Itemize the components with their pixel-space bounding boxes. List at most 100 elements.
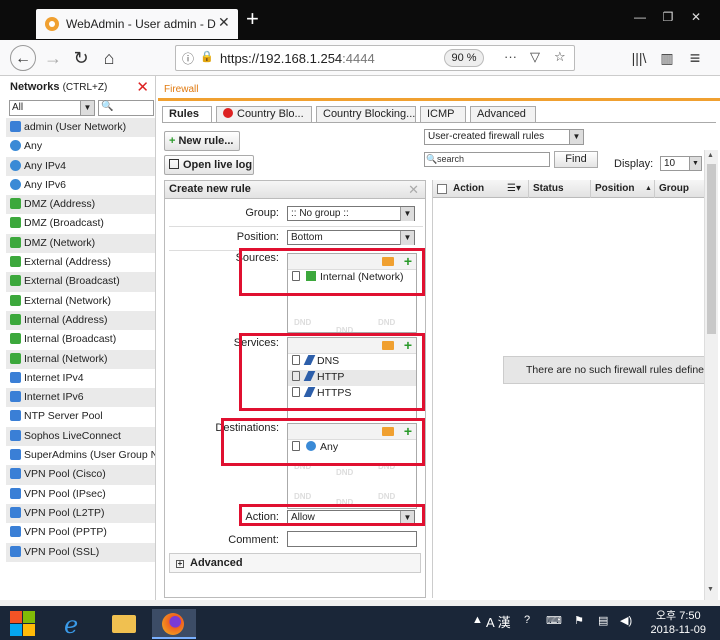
network-icon [10, 333, 21, 345]
drop-hint: DND [294, 318, 312, 327]
tab-rules[interactable]: Rules [162, 106, 212, 122]
rules-search-input[interactable]: 🔍 search [424, 152, 550, 167]
tab-country-blocking[interactable]: Country Blo... [216, 106, 312, 122]
info-icon[interactable]: ⓘ [182, 50, 198, 66]
tab-advanced[interactable]: Advanced [470, 106, 536, 122]
list-item[interactable]: Any IPv6 [6, 176, 155, 195]
close-tab-icon[interactable]: ✕ [218, 14, 230, 31]
display-count-select[interactable]: 10 ▼ [660, 156, 702, 171]
zoom-level[interactable]: 90 % [444, 49, 484, 67]
group-select[interactable]: :: No group :: ▼ [287, 206, 415, 221]
list-item[interactable]: VPN Pool (Cisco) [6, 465, 155, 485]
forward-icon[interactable]: → [40, 45, 66, 71]
firefox-favicon-icon [45, 17, 59, 31]
list-item[interactable]: Internal (Network) [6, 349, 155, 369]
address-bar[interactable]: ⓘ 🔒 https://192.168.1.254:4444 90 % ··· … [175, 45, 575, 71]
close-window-icon[interactable]: ✕ [684, 8, 708, 26]
list-item[interactable]: DMZ (Address) [6, 195, 155, 215]
sidebar-icon[interactable]: ▥ [654, 45, 680, 71]
select-all-checkbox[interactable] [437, 184, 447, 194]
list-item[interactable]: VPN Pool (L2TP) [6, 503, 155, 524]
new-tab-icon[interactable]: + [246, 6, 259, 32]
list-item[interactable]: admin (User Network) [6, 118, 155, 138]
list-item[interactable]: Internal (Address) [6, 310, 155, 331]
list-item[interactable]: Sophos LiveConnect [6, 426, 155, 447]
scrollbar-thumb[interactable] [707, 164, 716, 334]
scroll-up-icon[interactable]: ▲ [707, 152, 714, 159]
keyboard-icon[interactable]: ⌨ [546, 614, 562, 627]
scroll-down-icon[interactable]: ▼ [707, 586, 714, 593]
home-icon[interactable]: ⌂ [96, 45, 122, 71]
column-menu-icon[interactable]: ☰▾ [507, 180, 521, 197]
list-item[interactable]: SuperAdmins (User Group Ne [6, 446, 155, 465]
list-item[interactable]: VPN Pool (IPsec) [6, 485, 155, 504]
column-group[interactable]: Group [655, 180, 704, 198]
taskbar-clock[interactable]: 오후 7:50 2018-11-09 [651, 609, 706, 637]
network-item-label: Internet IPv4 [24, 371, 84, 384]
ime-indicator[interactable]: A 漢 [486, 612, 511, 631]
windows-start-icon[interactable] [8, 609, 38, 637]
tab-country-blocking-exceptions[interactable]: Country Blocking... [316, 106, 416, 122]
network-tray-icon[interactable]: ▤ [598, 614, 608, 627]
list-item[interactable]: DMZ (Network) [6, 233, 155, 254]
networks-search-input[interactable]: 🔍 [98, 100, 154, 116]
internet-explorer-icon[interactable]: e [56, 609, 96, 639]
networks-filter-row: All ▼ 🔍 [6, 98, 155, 118]
networks-filter-select[interactable]: All ▼ [9, 100, 95, 116]
close-form-icon[interactable]: ✕ [408, 181, 419, 198]
position-select[interactable]: Bottom ▼ [287, 230, 415, 245]
network-icon [10, 410, 21, 422]
network-item-label: External (Address) [24, 256, 111, 269]
list-item[interactable]: Internet IPv6 [6, 388, 155, 408]
tray-expand-icon[interactable]: ▲ [472, 614, 483, 626]
pocket-icon[interactable]: ▽ [530, 49, 540, 65]
list-item[interactable]: Any [6, 137, 155, 156]
library-icon[interactable]: |||\ [626, 45, 652, 71]
browser-tab-title: WebAdmin - User admin - De [66, 17, 216, 31]
maximize-icon[interactable]: ❐ [656, 8, 680, 26]
new-rule-button[interactable]: + New rule... [164, 131, 240, 151]
bookmark-star-icon[interactable]: ☆ [554, 49, 566, 65]
rules-filter-select[interactable]: User-created firewall rules ▼ [424, 129, 584, 145]
volume-icon[interactable]: ◀) [620, 614, 632, 627]
network-item-label: External (Broadcast) [24, 275, 120, 288]
firefox-taskbar-icon[interactable] [152, 609, 196, 639]
list-item[interactable]: NTP Server Pool [6, 407, 155, 426]
network-item-label: VPN Pool (SSL) [24, 545, 100, 558]
open-live-log-button[interactable]: Open live log [164, 155, 254, 175]
list-item[interactable]: Any IPv4 [6, 156, 155, 176]
find-button[interactable]: Find [554, 151, 598, 168]
flag-icon[interactable]: ⚑ [574, 614, 584, 627]
column-position[interactable]: Position ▲ [591, 180, 655, 198]
help-icon[interactable]: ? [524, 614, 530, 626]
page-actions-icon[interactable]: ··· [504, 49, 517, 64]
column-action[interactable]: Action ☰▾ [449, 180, 529, 198]
close-panel-icon[interactable]: ✕ [136, 78, 149, 96]
network-item-label: Internal (Address) [24, 313, 108, 326]
file-explorer-icon[interactable] [104, 609, 144, 639]
list-item[interactable]: External (Address) [6, 253, 155, 272]
list-item[interactable]: External (Network) [6, 292, 155, 311]
list-item[interactable]: External (Broadcast) [6, 272, 155, 292]
comment-input[interactable] [287, 531, 417, 547]
reload-icon[interactable]: ↻ [68, 45, 94, 71]
browser-tab[interactable]: WebAdmin - User admin - De ✕ [36, 9, 238, 39]
lock-icon[interactable]: 🔒 [200, 50, 214, 63]
breadcrumb: Firewall [164, 84, 199, 95]
sort-up-icon[interactable]: ▲ [645, 180, 652, 197]
advanced-section-toggle[interactable]: + Advanced [169, 553, 421, 573]
back-icon[interactable]: ← [10, 45, 36, 71]
list-item[interactable]: VPN Pool (PPTP) [6, 523, 155, 542]
column-status[interactable]: Status [529, 180, 591, 198]
list-item[interactable]: Internet IPv4 [6, 369, 155, 388]
menu-icon[interactable]: ≡ [682, 45, 708, 71]
tab-label: Country Blo... [237, 108, 304, 120]
list-item[interactable]: VPN Pool (SSL) [6, 542, 155, 562]
networks-panel-header: Networks (CTRL+Z) ✕ [6, 76, 155, 98]
network-icon [10, 217, 21, 229]
tab-icmp[interactable]: ICMP [420, 106, 466, 122]
list-item[interactable]: Internal (Broadcast) [6, 330, 155, 349]
minimize-icon[interactable]: — [628, 8, 652, 26]
list-item[interactable]: DMZ (Broadcast) [6, 214, 155, 233]
vertical-scrollbar[interactable]: ▲ ▼ [704, 150, 718, 600]
